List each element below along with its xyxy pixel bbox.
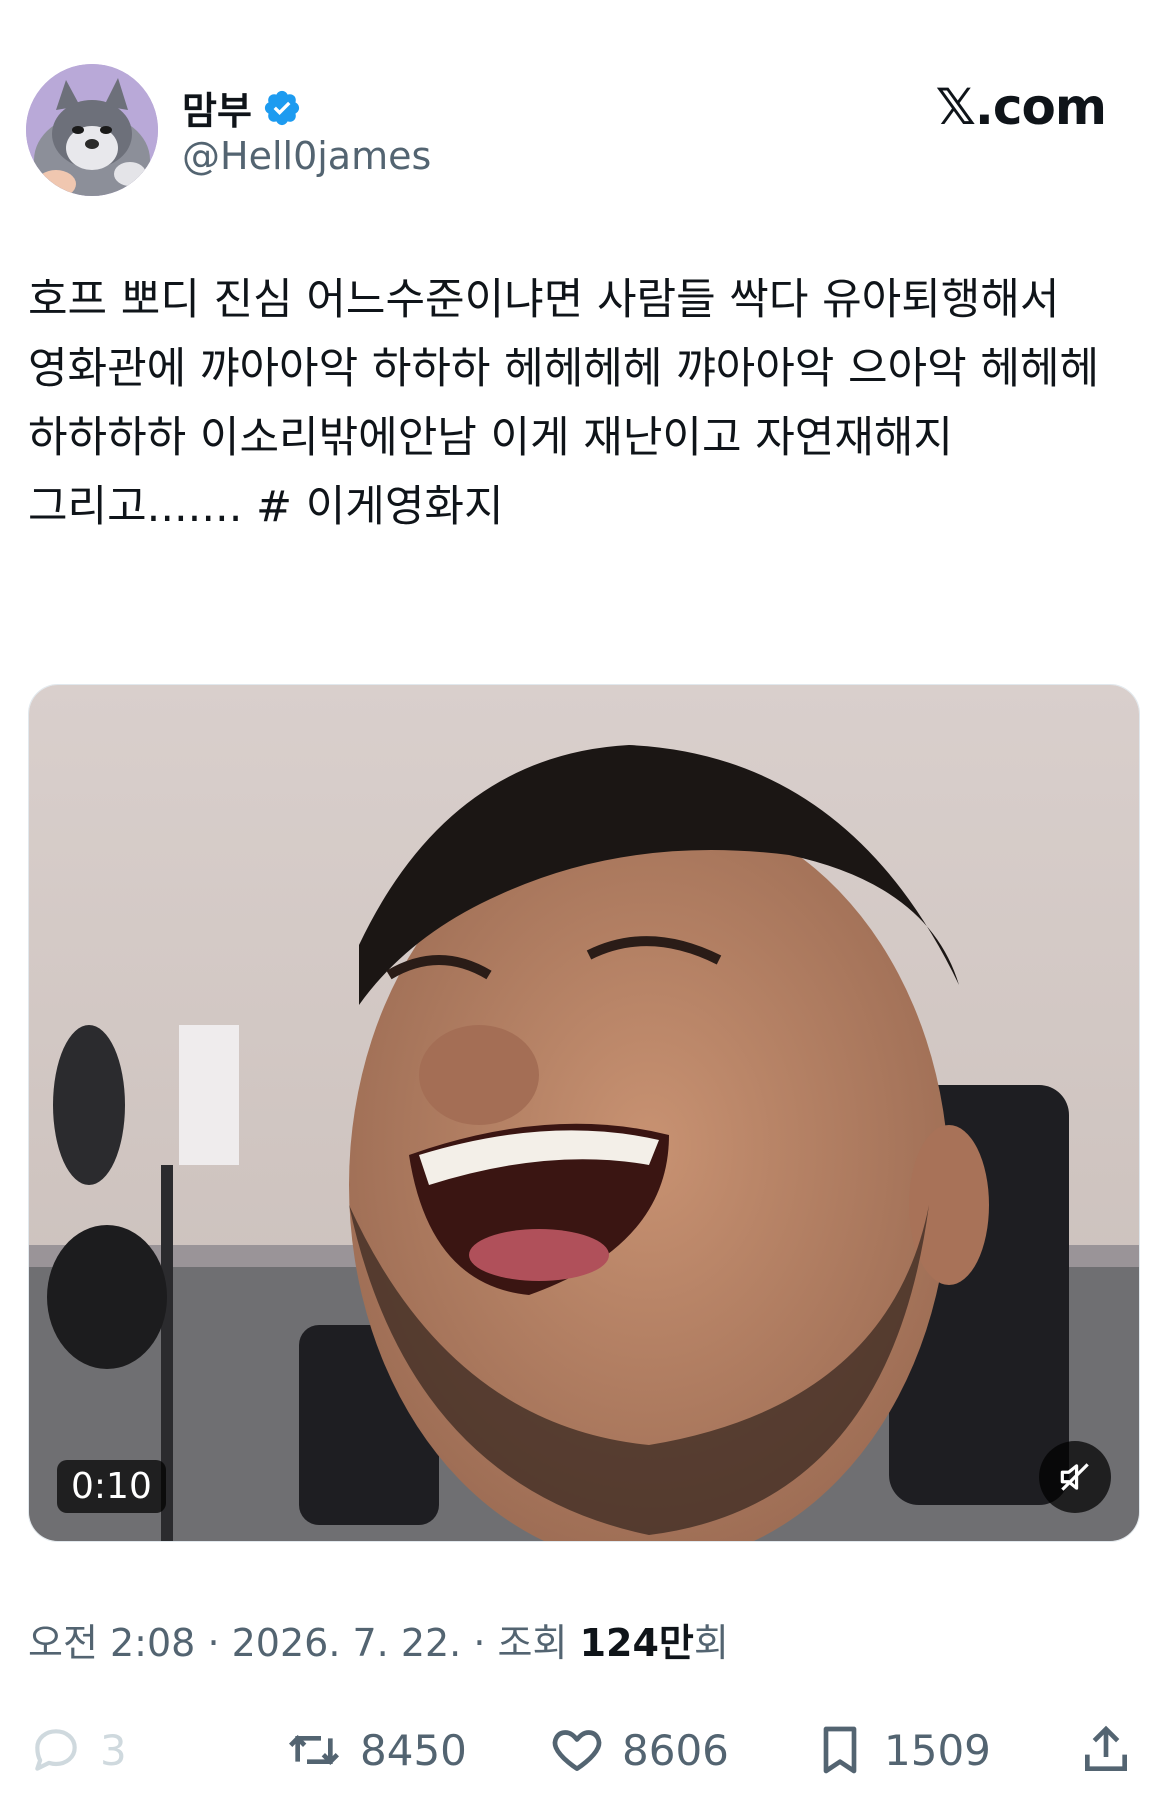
views-count: 124만	[579, 1621, 694, 1665]
views-suffix: 회	[693, 1621, 729, 1665]
display-name-row: 맘부	[182, 80, 302, 135]
action-bar: 3 8450 8606 1509	[0, 1700, 1170, 1800]
user-handle[interactable]: @Hell0james	[182, 134, 431, 178]
meta-separator: ·	[207, 1621, 220, 1665]
reply-count: 3	[100, 1725, 127, 1775]
views-prefix: 조회	[497, 1621, 568, 1665]
retweet-button[interactable]: 8450	[284, 1722, 467, 1778]
video-player[interactable]: 0:10	[28, 684, 1140, 1542]
tweet-time[interactable]: 오전 2:08	[28, 1621, 195, 1665]
share-icon	[1085, 1725, 1127, 1771]
heart-icon	[552, 1730, 602, 1771]
tweet-date[interactable]: 2026. 7. 22.	[232, 1621, 462, 1665]
retweet-icon	[289, 1735, 339, 1765]
mute-button[interactable]	[1039, 1441, 1111, 1513]
meta-separator: ·	[473, 1621, 486, 1665]
avatar[interactable]	[26, 64, 158, 196]
share-button[interactable]	[1078, 1722, 1134, 1778]
reply-icon	[35, 1729, 77, 1771]
avatar-wolf-plush-image	[26, 64, 158, 196]
bookmark-icon	[823, 1726, 857, 1774]
bookmark-count: 1509	[884, 1725, 991, 1775]
like-button[interactable]: 8606	[548, 1722, 729, 1778]
speaker-muted-icon	[1060, 1463, 1089, 1491]
verified-badge-icon	[262, 88, 302, 128]
retweet-count: 8450	[360, 1725, 467, 1775]
video-frame-laughing-man	[29, 685, 1139, 1541]
like-count: 8606	[622, 1725, 729, 1775]
reply-button[interactable]: 3	[28, 1722, 127, 1778]
video-duration: 0:10	[57, 1460, 166, 1513]
x-brand-logo: 𝕏.com	[935, 78, 1107, 136]
tweet-meta: 오전 2:08 · 2026. 7. 22. · 조회 124만회	[28, 1612, 729, 1667]
display-name[interactable]: 맘부	[182, 80, 252, 135]
bookmark-button[interactable]: 1509	[812, 1722, 991, 1778]
tweet-text: 호프 뽀디 진심 어느수준이냐면 사람들 싹다 유아퇴행해서 영화관에 꺄아아악…	[28, 275, 1100, 532]
tweet-header: 맘부 @Hell0james 𝕏.com	[0, 0, 1170, 220]
